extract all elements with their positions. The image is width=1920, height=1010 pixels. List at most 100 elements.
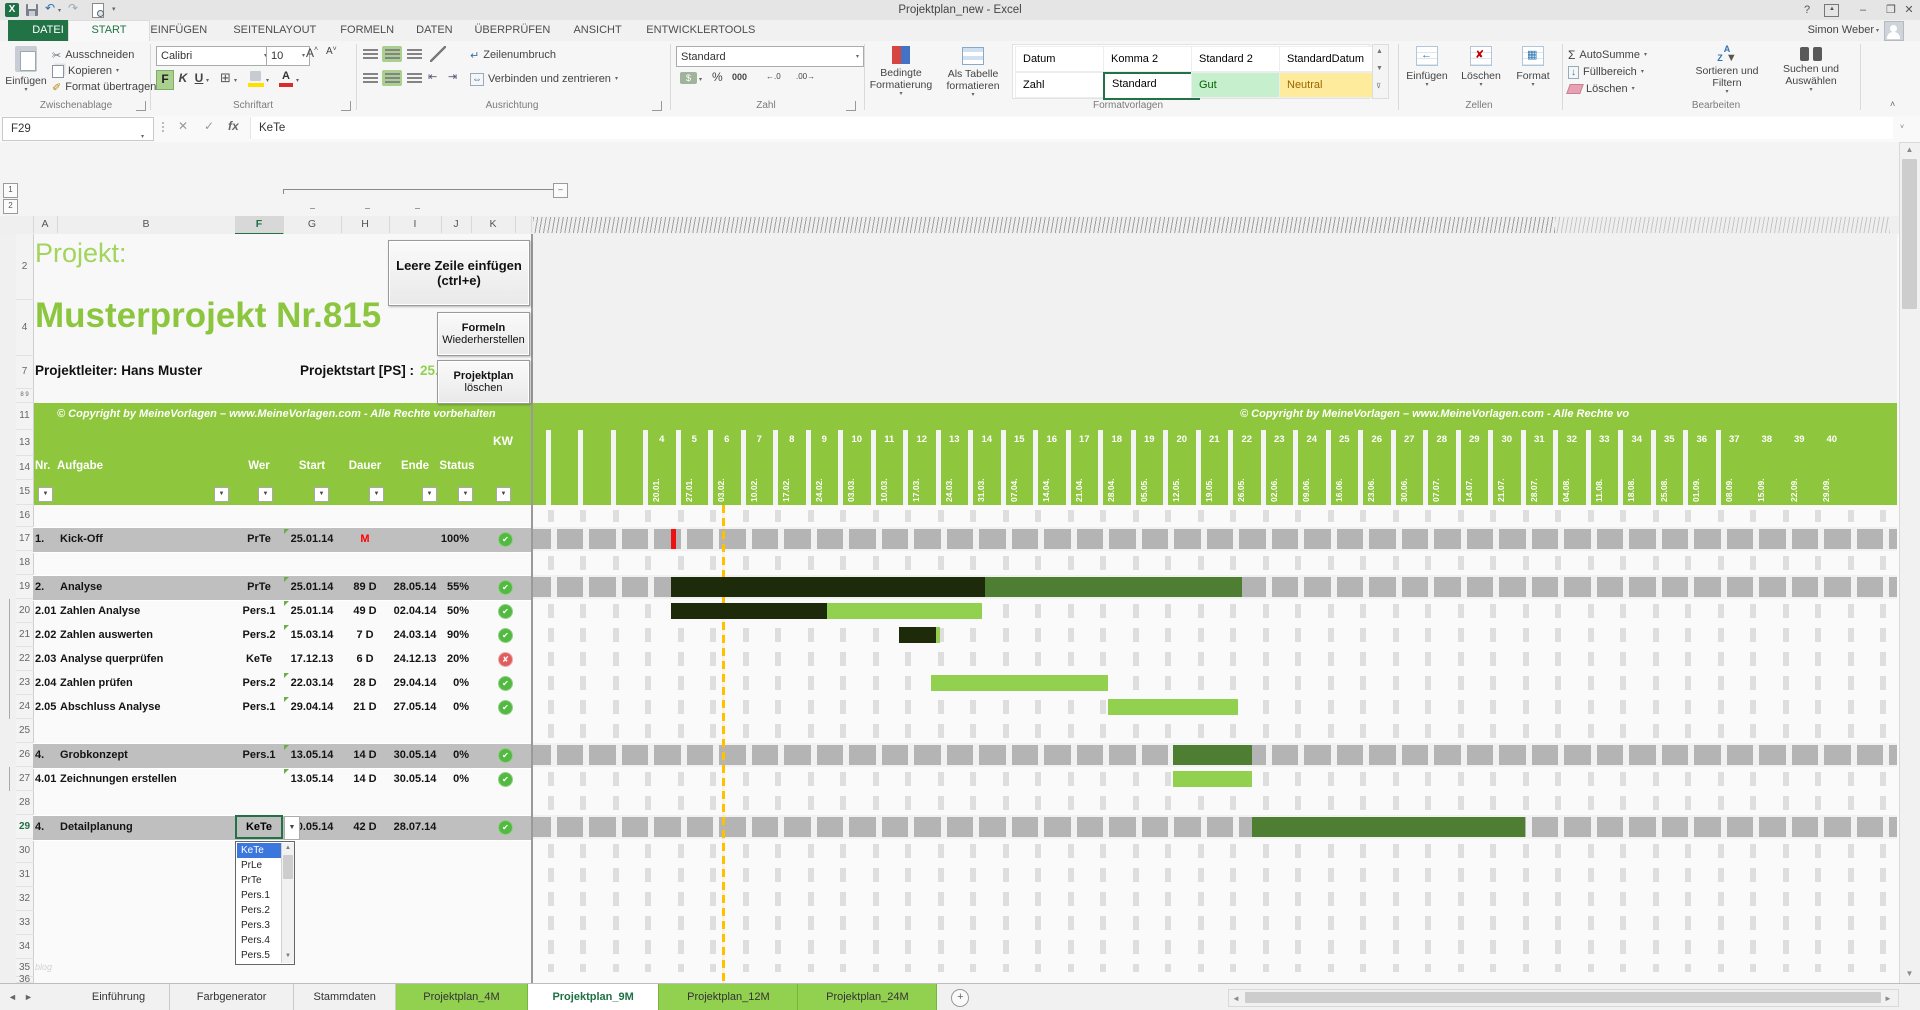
task-nr-29[interactable]: 4.: [35, 815, 61, 839]
cell-style-standard-2[interactable]: Standard 2: [1191, 46, 1286, 72]
align-icon-3[interactable]: [360, 70, 380, 86]
column-header-G[interactable]: G: [283, 216, 342, 233]
font-family-select[interactable]: Calibri▾: [156, 46, 272, 66]
task-wer-24[interactable]: Pers.1: [235, 695, 283, 719]
dropdown-item-kete[interactable]: KeTe: [237, 843, 284, 858]
gallery-scroll[interactable]: ▲▼⊽: [1372, 44, 1389, 99]
scroll-up-icon[interactable]: ▲: [1900, 145, 1919, 154]
task-start-27[interactable]: 13.05.14: [283, 767, 341, 791]
fill-dropdown-icon[interactable]: ▾: [266, 77, 269, 84]
task-status-23[interactable]: 0%: [437, 671, 469, 695]
copy-button[interactable]: Kopieren▾: [52, 63, 146, 79]
gantt-column-headers-far[interactable]: [1555, 217, 1890, 233]
h-scroll-thumb[interactable]: [1245, 992, 1881, 1003]
task-wer-21[interactable]: Pers.2: [235, 623, 283, 647]
task-name-26[interactable]: Grobkonzept: [60, 743, 235, 767]
dropdown-item-pers2[interactable]: Pers.2: [237, 903, 284, 918]
sheet-tab-projektplan_4m[interactable]: Projektplan_4M: [396, 984, 528, 1010]
column-header-H[interactable]: H: [341, 216, 390, 233]
row-header-24[interactable]: 24: [16, 695, 34, 719]
task-nr-20[interactable]: 2.01: [35, 599, 61, 623]
sheet-button-0[interactable]: Leere Zeile einfügen(ctrl+e): [388, 240, 530, 306]
task-start-26[interactable]: 13.05.14: [283, 743, 341, 767]
conditional-formatting-button[interactable]: BedingteFormatierung▾: [868, 44, 934, 108]
h-scroll-right-icon[interactable]: ►: [1884, 994, 1892, 1003]
task-status-17[interactable]: 100%: [437, 527, 469, 551]
borders-dropdown-icon[interactable]: ▾: [234, 77, 237, 84]
selected-cell-f29[interactable]: KeTe: [235, 815, 283, 839]
select-all-corner[interactable]: [0, 216, 34, 233]
task-dauer-27[interactable]: 14 D: [341, 767, 389, 791]
row-header-2[interactable]: 2: [16, 234, 34, 300]
task-nr-23[interactable]: 2.04: [35, 671, 61, 695]
dialog-launcher-icon[interactable]: [136, 101, 146, 111]
shrink-font-button[interactable]: A˅: [326, 46, 337, 57]
task-dauer-21[interactable]: 7 D: [341, 623, 389, 647]
cell-style-standard[interactable]: Standard: [1103, 72, 1200, 100]
task-nr-22[interactable]: 2.03: [35, 647, 61, 671]
sheet-tab-projektplan_24m[interactable]: Projektplan_24M: [798, 984, 937, 1010]
task-dauer-19[interactable]: 89 D: [341, 575, 389, 599]
increase-decimal-button[interactable]: ←.0: [766, 72, 781, 81]
enter-button[interactable]: ✓: [204, 119, 214, 133]
borders-icon[interactable]: ⊞: [220, 70, 231, 86]
cell-style-datum[interactable]: Datum: [1015, 46, 1110, 72]
task-name-24[interactable]: Abschluss Analyse: [60, 695, 235, 719]
grow-font-button[interactable]: A˄: [306, 46, 318, 60]
name-box[interactable]: F29▾: [2, 117, 154, 141]
outline-level-2[interactable]: 2: [3, 199, 18, 214]
currency-dropdown-icon[interactable]: ▾: [699, 76, 702, 83]
collapse-ribbon-icon[interactable]: ˄: [1890, 99, 1895, 109]
task-name-20[interactable]: Zahlen Analyse: [60, 599, 235, 623]
format-as-table-button[interactable]: Als Tabelleformatieren▾: [938, 44, 1008, 108]
task-nr-26[interactable]: 4.: [35, 743, 61, 767]
currency-icon[interactable]: $: [680, 72, 697, 84]
underline-button[interactable]: U: [192, 70, 206, 88]
row-header-16[interactable]: 16: [16, 505, 34, 527]
paste-button[interactable]: Einfügen▾: [4, 44, 48, 106]
cell-style-komma-2[interactable]: Komma 2: [1103, 46, 1198, 72]
task-status-27[interactable]: 0%: [437, 767, 469, 791]
task-dauer-17[interactable]: M: [341, 527, 389, 551]
row-header-19[interactable]: 19: [16, 575, 34, 599]
task-name-29[interactable]: Detailplanung: [60, 815, 235, 839]
task-wer-22[interactable]: KeTe: [235, 647, 283, 671]
column-header-K[interactable]: K: [471, 216, 516, 233]
task-status-20[interactable]: 50%: [437, 599, 469, 623]
task-status-22[interactable]: 20%: [437, 647, 469, 671]
format-painter-button[interactable]: ✐Format übertragen: [52, 79, 148, 95]
task-wer-26[interactable]: Pers.1: [235, 743, 283, 767]
gantt-column-headers[interactable]: [533, 217, 1555, 233]
fx-button[interactable]: fx: [228, 119, 239, 133]
row-header-31[interactable]: 31: [16, 863, 34, 887]
task-nr-19[interactable]: 2.: [35, 575, 61, 599]
font-color-dropdown-icon[interactable]: ▾: [296, 77, 299, 84]
formula-bar-expand-icon[interactable]: ˅: [1900, 124, 1904, 131]
gallery-more-icon[interactable]: ⊽: [1376, 82, 1381, 90]
align-icon-2[interactable]: [404, 46, 424, 62]
task-name-22[interactable]: Analyse querprüfen: [60, 647, 235, 671]
underline-dropdown-icon[interactable]: ▾: [206, 77, 209, 84]
task-start-23[interactable]: 22.03.14: [283, 671, 341, 695]
row-header-21[interactable]: 21: [16, 623, 34, 647]
dropdown-item-pers4[interactable]: Pers.4: [237, 933, 284, 948]
filter-button-1[interactable]: ▼: [214, 487, 229, 502]
row-header-20[interactable]: 20: [16, 599, 34, 623]
dialog-launcher-icon[interactable]: [341, 101, 351, 111]
dropdown-item-pers3[interactable]: Pers.3: [237, 918, 284, 933]
tab-nav-right-icon[interactable]: ►: [24, 984, 33, 1010]
user-dropdown-icon[interactable]: ▾: [1876, 27, 1879, 34]
help-button[interactable]: ?: [1792, 1, 1822, 20]
row-header-25[interactable]: 25: [16, 719, 34, 743]
fill-color-button[interactable]: [248, 70, 264, 88]
task-status-19[interactable]: 55%: [437, 575, 469, 599]
outline-level-1[interactable]: 1: [3, 183, 18, 198]
row-header-8[interactable]: 8 9: [16, 389, 34, 403]
indent-decrease-icon[interactable]: ⇤: [428, 70, 437, 83]
close-button[interactable]: ✕: [1898, 1, 1920, 20]
row-header-34[interactable]: 34: [16, 935, 34, 959]
ribbon-options-icon[interactable]: ▲: [1824, 4, 1839, 17]
italic-button[interactable]: K: [176, 70, 190, 88]
minimize-button[interactable]: –: [1848, 1, 1878, 20]
row-header-22[interactable]: 22: [16, 647, 34, 671]
